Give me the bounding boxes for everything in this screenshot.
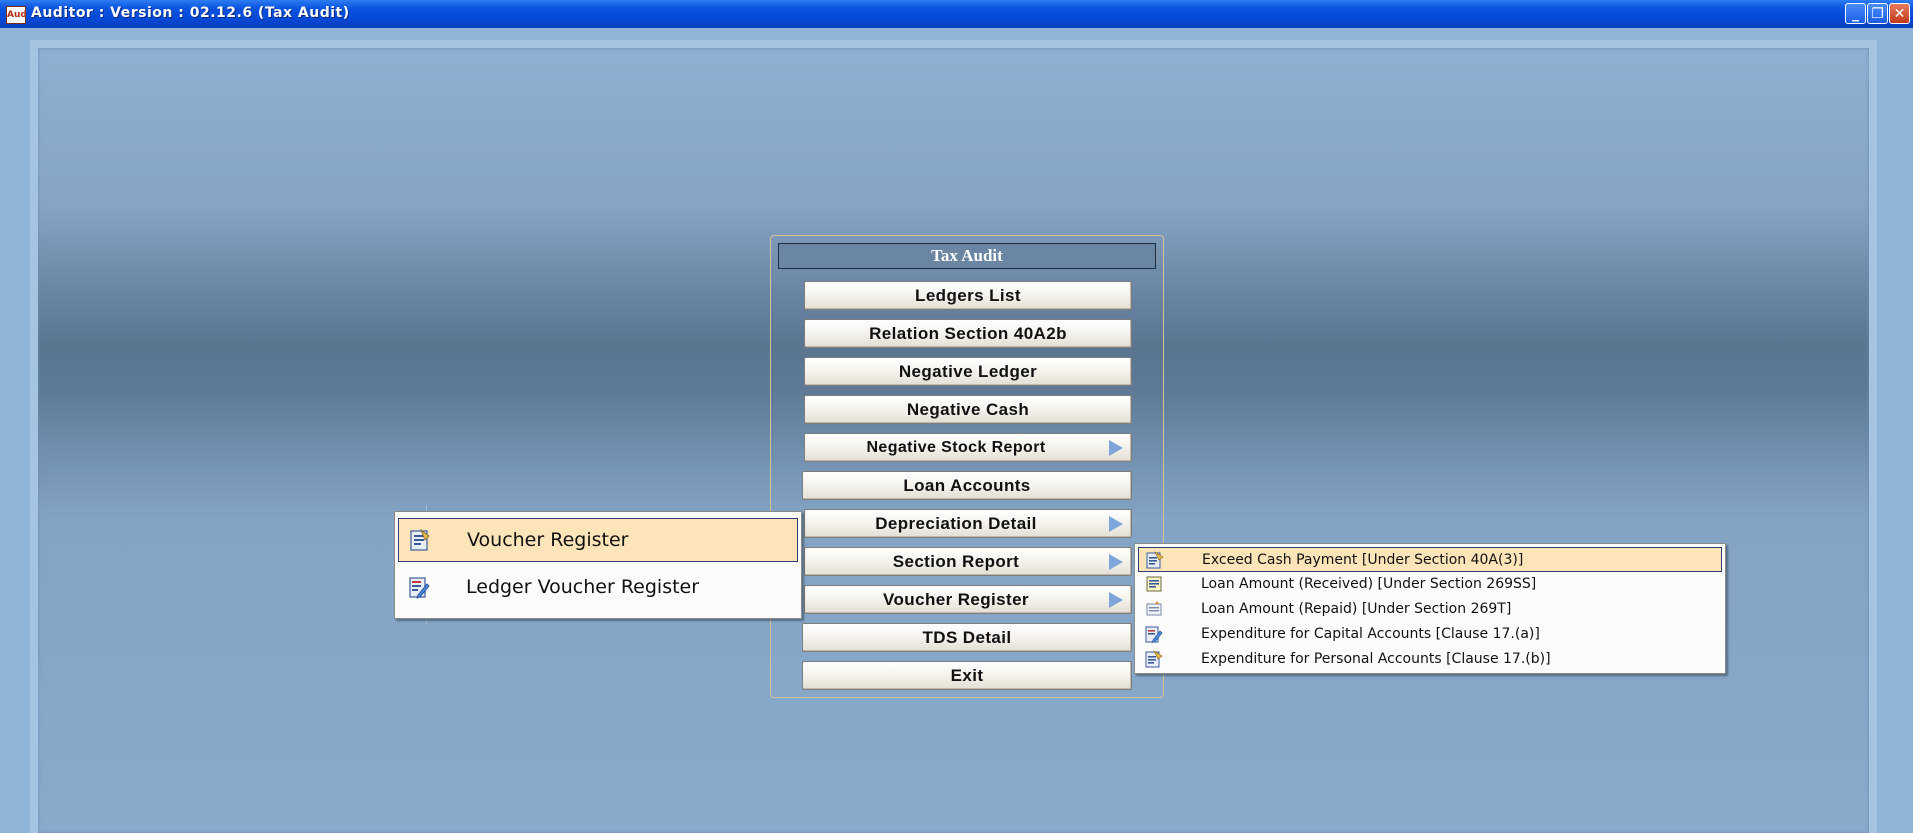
negative-cash-button[interactable]: Negative Cash	[804, 395, 1132, 424]
menu-item-loan-amount-received[interactable]: Loan Amount (Received) [Under Section 26…	[1138, 572, 1722, 597]
button-label: TDS Detail	[922, 628, 1012, 647]
menu-item-label: Exceed Cash Payment [Under Section 40A(3…	[1202, 552, 1524, 568]
close-button[interactable]: ✕	[1889, 3, 1910, 24]
relation-section-40a2b-button[interactable]: Relation Section 40A2b	[804, 319, 1132, 348]
depreciation-detail-button[interactable]: Depreciation Detail	[804, 509, 1132, 538]
menu-item-exceed-cash-payment[interactable]: Exceed Cash Payment [Under Section 40A(3…	[1138, 547, 1722, 572]
menu-item-expenditure-personal-accounts[interactable]: Expenditure for Personal Accounts [Claus…	[1138, 647, 1722, 672]
button-label: Depreciation Detail	[875, 514, 1037, 533]
report-icon	[1146, 551, 1164, 569]
report-icon	[410, 528, 430, 551]
button-label: Negative Ledger	[898, 362, 1038, 381]
app-icon: Aud	[6, 6, 27, 24]
section-report-button[interactable]: Section Report	[804, 547, 1132, 576]
edit-document-icon	[1145, 626, 1163, 643]
button-label: Negative Stock Report	[866, 439, 1046, 456]
section-report-submenu: Exceed Cash Payment [Under Section 40A(3…	[1134, 543, 1726, 674]
button-label: Negative Cash	[906, 400, 1030, 419]
list-icon	[1146, 601, 1162, 616]
negative-stock-report-button[interactable]: Negative Stock Report	[804, 433, 1132, 462]
ledgers-list-button[interactable]: Ledgers List	[804, 281, 1132, 310]
loan-accounts-button[interactable]: Loan Accounts	[802, 471, 1132, 500]
menu-item-voucher-register[interactable]: Voucher Register	[398, 518, 798, 562]
submenu-arrow-icon	[1109, 516, 1123, 532]
document-icon	[1146, 576, 1162, 592]
negative-ledger-button[interactable]: Negative Ledger	[804, 357, 1132, 386]
submenu-arrow-icon	[1109, 554, 1123, 570]
edit-document-icon	[409, 577, 430, 599]
button-label: Relation Section 40A2b	[869, 324, 1067, 343]
title-bar: Aud Auditor : Version : 02.12.6 (Tax Aud…	[0, 0, 1913, 28]
voucher-register-submenu: Voucher Register Ledger Voucher Register	[394, 511, 802, 619]
exit-button[interactable]: Exit	[802, 661, 1132, 690]
panel-title: Tax Audit	[778, 243, 1156, 269]
button-label: Voucher Register	[883, 590, 1029, 609]
menu-item-label: Expenditure for Personal Accounts [Claus…	[1201, 651, 1551, 667]
button-label: Loan Accounts	[903, 476, 1031, 495]
menu-item-label: Voucher Register	[467, 529, 629, 551]
menu-item-expenditure-capital-accounts[interactable]: Expenditure for Capital Accounts [Clause…	[1138, 622, 1722, 647]
menu-item-label: Loan Amount (Received) [Under Section 26…	[1201, 576, 1537, 592]
button-label: Ledgers List	[915, 286, 1021, 305]
submenu-arrow-icon	[1109, 592, 1123, 608]
tax-audit-panel: Tax Audit Ledgers List Relation Section …	[770, 235, 1164, 698]
report-icon	[1145, 650, 1163, 668]
window-title: Auditor : Version : 02.12.6 (Tax Audit)	[31, 5, 350, 21]
submenu-arrow-icon	[1109, 440, 1123, 456]
button-label: Section Report	[892, 552, 1020, 571]
menu-item-label: Expenditure for Capital Accounts [Clause…	[1201, 626, 1540, 642]
minimize-button[interactable]: _	[1845, 3, 1866, 24]
menu-item-ledger-voucher-register[interactable]: Ledger Voucher Register	[398, 566, 798, 610]
menu-item-loan-amount-repaid[interactable]: Loan Amount (Repaid) [Under Section 269T…	[1138, 597, 1722, 622]
menu-item-label: Ledger Voucher Register	[466, 576, 700, 598]
menu-item-label: Loan Amount (Repaid) [Under Section 269T…	[1201, 601, 1512, 617]
tds-detail-button[interactable]: TDS Detail	[802, 623, 1132, 652]
maximize-button[interactable]: ❐	[1867, 3, 1888, 24]
button-label: Exit	[950, 666, 984, 685]
voucher-register-button[interactable]: Voucher Register	[804, 585, 1132, 614]
